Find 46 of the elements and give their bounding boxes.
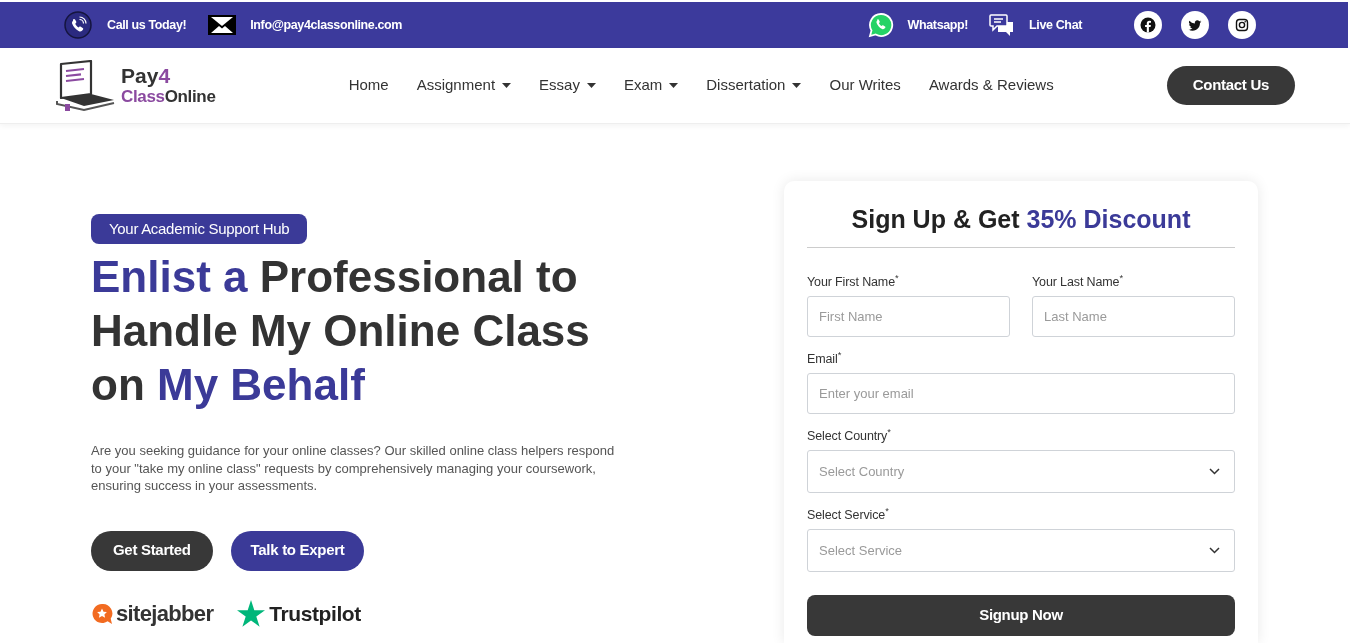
caret-icon [669, 83, 679, 88]
email-input[interactable]: Enter your email [807, 373, 1235, 414]
whatsapp-icon [867, 12, 894, 38]
signup-button[interactable]: Signup Now [807, 595, 1235, 636]
caret-icon [586, 83, 596, 88]
chat-bubbles-icon [989, 13, 1016, 37]
live-chat-link[interactable]: Live Chat [1029, 15, 1082, 35]
text-input[interactable]: First Name [807, 296, 1010, 337]
nav-link[interactable]: Dissertation [706, 74, 802, 97]
text-input[interactable]: Last Name [1032, 296, 1235, 337]
hero-badge: Your Academic Support Hub [91, 214, 308, 244]
whatsapp-link[interactable]: Whatsapp! [907, 15, 969, 35]
nav-link[interactable]: Essay [539, 74, 596, 97]
field-label: Your Last Name$^{*}$ [1032, 274, 1124, 290]
laptop-logo-icon [54, 59, 116, 112]
phone-link[interactable]: Call us Today! [107, 15, 187, 35]
star-icon [237, 600, 266, 627]
nav-link[interactable]: Assignment [416, 74, 512, 97]
nav-link[interactable]: Home [348, 74, 389, 97]
signup-title: Sign Up & Get 35% Discount [807, 203, 1235, 248]
nav-link[interactable]: Our Writes [829, 74, 901, 97]
caret-icon [502, 83, 512, 88]
review-site-name: Trustpilot [269, 600, 361, 627]
chevron-down-icon [1209, 468, 1220, 475]
nav-link[interactable]: Exam [623, 74, 679, 97]
phone-icon [64, 11, 92, 39]
caret-icon [792, 83, 802, 88]
hero-heading: Enlist a Professional to Handle My Online Class on My Behalf [91, 251, 591, 411]
review-site-name: sitejabber [116, 600, 214, 628]
envelope-icon [208, 15, 237, 35]
hero-description: Are you seeking guidance for your online classes? Our skilled online class helpers respond to your "take my online class" requests by comprehensively managing your coursework, ensuring success in your assessments. [91, 442, 616, 495]
contact-us-button[interactable]: Contact Us [1166, 66, 1295, 105]
field-label: Your First Name$^{*}$ [807, 274, 900, 290]
nav-link[interactable]: Awards & Reviews [928, 74, 1054, 97]
instagram-icon[interactable] [1228, 11, 1256, 39]
get-started-button[interactable]: Get Started [91, 530, 213, 571]
speech-bubble-star-icon [91, 602, 113, 625]
facebook-icon[interactable] [1134, 11, 1162, 39]
logo-wordmark: Pay4 ClassOnline [121, 65, 216, 106]
field-label: Select Country$^{*}$ [807, 428, 892, 444]
twitter-icon[interactable] [1181, 11, 1209, 39]
email-link[interactable]: Info@pay4classonline.com [250, 15, 403, 35]
chevron-down-icon [1209, 547, 1220, 554]
talk-to-expert-button[interactable]: Talk to Expert [230, 530, 365, 571]
field-label: Email$^{*}$ [807, 351, 843, 367]
field-label: Select Service$^{*}$ [807, 507, 890, 523]
